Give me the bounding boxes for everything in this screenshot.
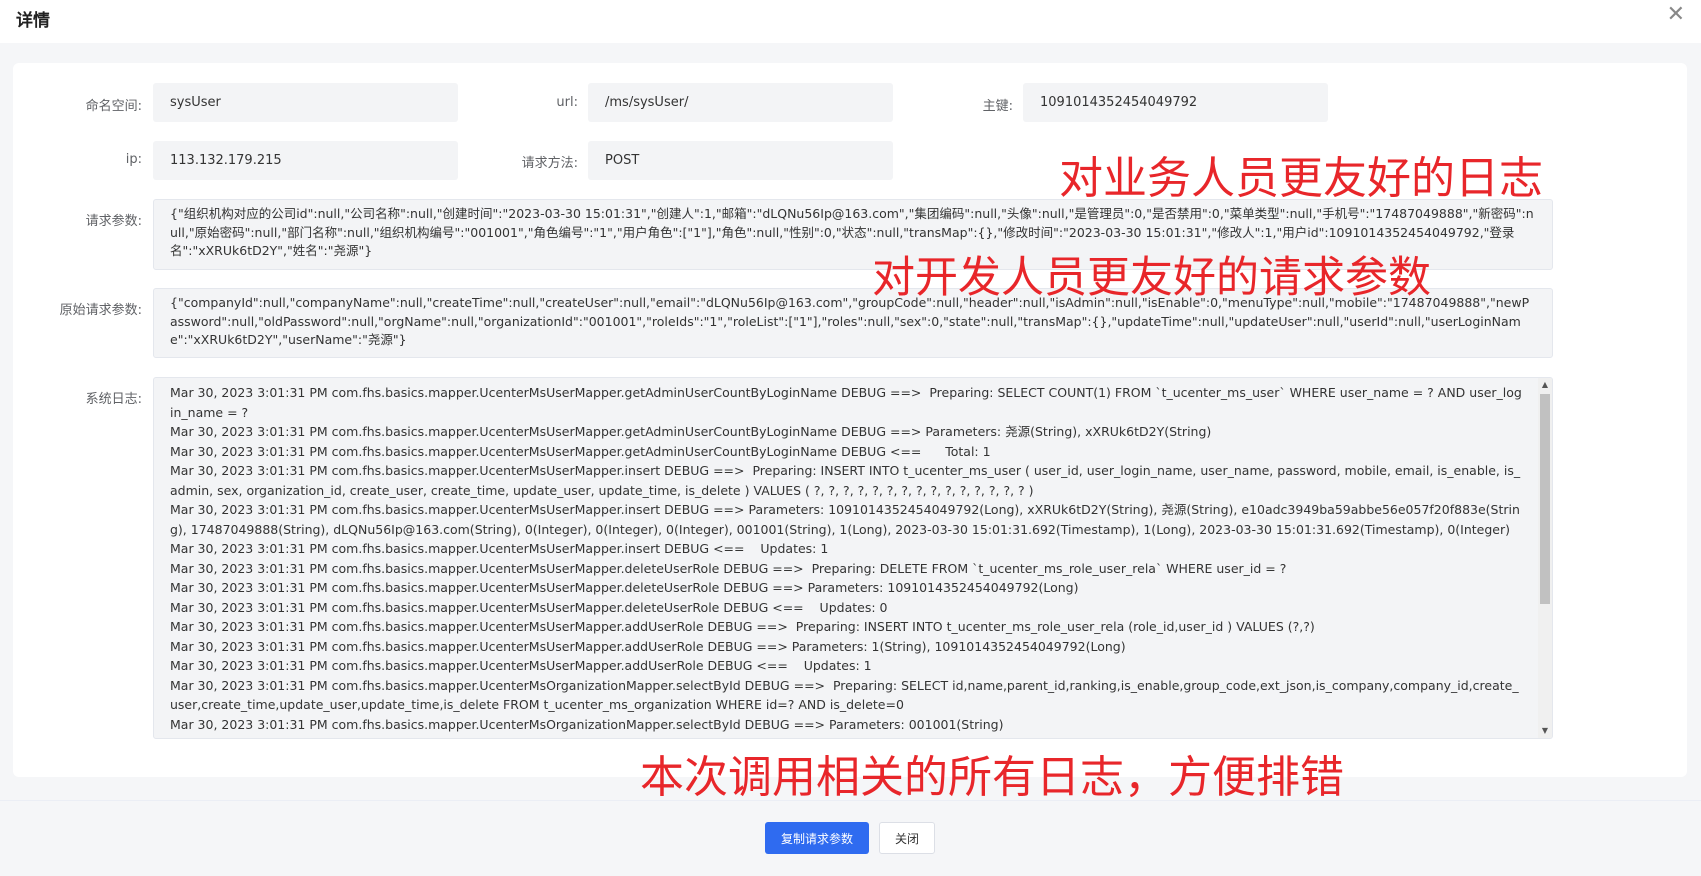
ip-field[interactable]: 113.132.179.215 [153,141,458,180]
scroll-down-arrow-icon[interactable]: ▼ [1540,724,1550,738]
copy-params-button[interactable]: 复制请求参数 [765,822,869,854]
annotation-business: 对业务人员更友好的日志 [1059,153,1543,204]
annotation-developer: 对开发人员更友好的请求参数 [872,253,1431,303]
scroll-up-arrow-icon[interactable]: ▲ [1540,378,1550,392]
log-line: Mar 30, 2023 3:01:31 PM com.fhs.basics.m… [170,619,1315,634]
system-log-label: 系统日志: [85,392,142,407]
primary-key-label: 主键: [982,99,1013,114]
dialog-title: 详情 [16,11,50,31]
close-icon[interactable]: ✕ [1667,4,1685,26]
dialog-header: 详情 ✕ [0,0,1701,43]
log-line: Mar 30, 2023 3:01:31 PM com.fhs.basics.m… [170,463,1521,498]
log-line: Mar 30, 2023 3:01:31 PM com.fhs.basics.m… [170,677,1519,713]
log-line: Mar 30, 2023 3:01:31 PM com.fhs.basics.m… [170,560,1287,576]
system-log-textarea[interactable]: Mar 30, 2023 3:01:31 PM com.fhs.basics.m… [153,377,1553,739]
system-log-lines: Mar 30, 2023 3:01:31 PM com.fhs.basics.m… [170,383,1522,734]
namespace-label: 命名空间: [85,99,142,114]
method-field[interactable]: POST [588,141,893,180]
close-button[interactable]: 关闭 [879,822,935,854]
log-line: Mar 30, 2023 3:01:31 PM com.fhs.basics.m… [170,502,1520,537]
annotation-logs: 本次调用相关的所有日志，方便排错 [640,752,1344,803]
log-line: Mar 30, 2023 3:01:31 PM com.fhs.basics.m… [170,716,1004,732]
request-params-label: 请求参数: [85,214,142,229]
log-line: Mar 30, 2023 3:01:31 PM com.fhs.basics.m… [170,443,991,459]
log-line: Mar 30, 2023 3:01:31 PM com.fhs.basics.m… [170,599,888,615]
url-field[interactable]: /ms/sysUser/ [588,83,893,122]
ip-label: ip: [125,152,142,167]
log-line: Mar 30, 2023 3:01:31 PM com.fhs.basics.m… [170,385,1522,420]
log-line: Mar 30, 2023 3:01:31 PM com.fhs.basics.m… [170,580,1079,595]
namespace-field[interactable]: sysUser [153,83,458,122]
log-scrollbar[interactable]: ▲ ▼ [1538,378,1552,738]
log-line: Mar 30, 2023 3:01:31 PM com.fhs.basics.m… [170,424,1212,439]
raw-params-label: 原始请求参数: [59,303,142,318]
scroll-thumb[interactable] [1540,394,1550,604]
primary-key-field[interactable]: 1091014352454049792 [1023,83,1328,122]
url-label: url: [556,95,578,110]
log-line: Mar 30, 2023 3:01:31 PM com.fhs.basics.m… [170,638,1126,654]
method-label: 请求方法: [521,156,578,171]
log-line: Mar 30, 2023 3:01:31 PM com.fhs.basics.m… [170,658,872,673]
log-line: Mar 30, 2023 3:01:31 PM com.fhs.basics.m… [170,541,829,556]
